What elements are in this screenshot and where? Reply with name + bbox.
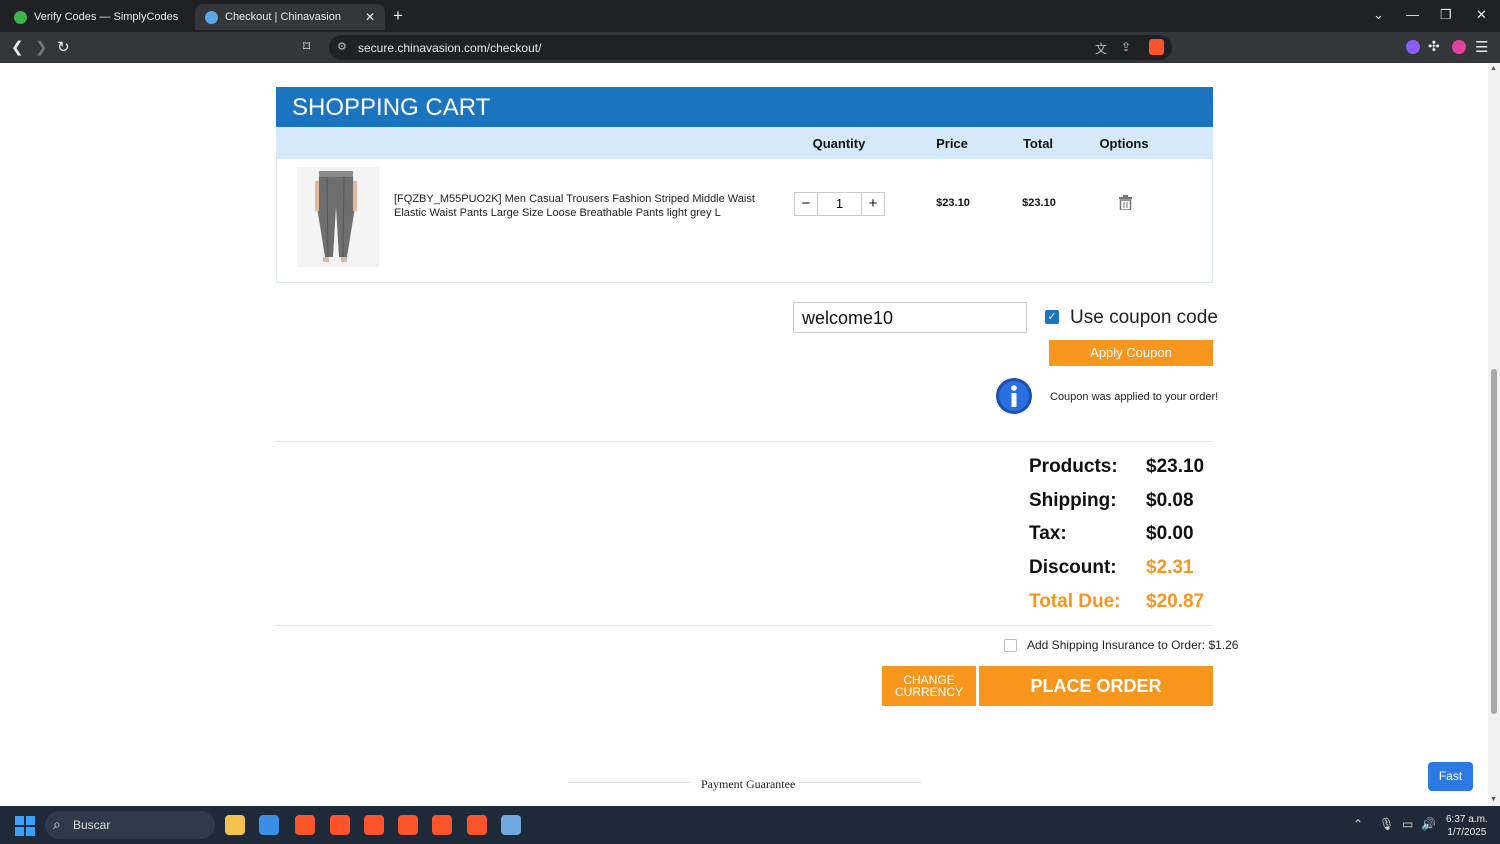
reload-icon[interactable]: ↻ <box>57 38 70 56</box>
change-currency-line2: CURRENCY <box>894 685 963 699</box>
use-coupon-checkbox[interactable]: ✓ <box>1045 310 1059 324</box>
decrease-quantity-button[interactable]: − <box>795 193 817 215</box>
column-quantity: Quantity <box>812 136 866 151</box>
extensions-puzzle-icon[interactable]: ✣ <box>1428 38 1440 55</box>
chinavasion-favicon-icon <box>205 10 218 24</box>
brave-browser-icon[interactable] <box>432 815 452 835</box>
fast-button[interactable]: Fast <box>1428 762 1473 791</box>
tab-simplycodes[interactable]: Verify Codes — SimplyCodes <box>4 4 192 30</box>
file-explorer-icon[interactable] <box>225 815 245 835</box>
taskbar-clock[interactable]: 6:37 a.m. 1/7/2025 <box>1446 813 1488 839</box>
item-price: $23.10 <box>936 197 970 209</box>
tab-title: Checkout | Chinavasion <box>225 11 341 23</box>
microphone-icon[interactable]: 🎙 <box>1379 817 1394 831</box>
coupon-code-input[interactable]: welcome10 <box>793 302 1027 333</box>
apply-coupon-button[interactable]: Apply Coupon <box>1049 340 1213 366</box>
close-tab-icon[interactable]: ✕ <box>365 10 375 24</box>
shipping-label: Shipping: <box>1029 490 1117 511</box>
divider <box>276 441 1213 442</box>
taskbar-search[interactable]: ⌕ Buscar <box>45 811 215 839</box>
minimize-icon[interactable]: — <box>1406 7 1419 22</box>
use-coupon-label[interactable]: Use coupon code <box>1070 307 1218 329</box>
tab-title: Verify Codes — SimplyCodes <box>34 11 179 23</box>
brave-browser-icon[interactable] <box>467 815 487 835</box>
cart-item-row: [FQZBY_M55PUO2K] Men Casual Trousers Fas… <box>276 159 1213 283</box>
cart-column-headers: Quantity Price Total Options <box>276 127 1213 159</box>
extension-icon[interactable] <box>1406 40 1420 54</box>
tax-value: $0.00 <box>1146 523 1194 544</box>
product-image[interactable] <box>297 167 379 267</box>
share-icon[interactable]: ⇪ <box>1121 40 1131 54</box>
simplycodes-favicon-icon <box>14 10 27 24</box>
page-scrollbar[interactable]: ▲ ▼ <box>1488 63 1500 806</box>
site-info-icon[interactable]: ⚙ <box>337 40 347 53</box>
tab-chinavasion[interactable]: Checkout | Chinavasion ✕ <box>195 4 385 30</box>
volume-icon[interactable]: 🔊 <box>1421 817 1436 831</box>
item-total: $23.10 <box>1022 197 1056 209</box>
quantity-stepper[interactable]: − 1 + <box>794 192 885 216</box>
translate-icon[interactable]: 文 <box>1095 40 1107 57</box>
address-bar[interactable]: ⚙ secure.chinavasion.com/checkout/ 文 ⇪ <box>329 35 1172 60</box>
restore-icon[interactable]: ❐ <box>1440 7 1452 23</box>
discount-label: Discount: <box>1029 557 1117 578</box>
place-order-button[interactable]: PLACE ORDER <box>979 666 1213 706</box>
url-text: secure.chinavasion.com/checkout/ <box>358 41 542 55</box>
shipping-insurance-checkbox[interactable] <box>1004 639 1017 652</box>
new-tab-icon[interactable]: + <box>393 6 403 26</box>
products-label: Products: <box>1029 456 1118 477</box>
delete-trash-icon[interactable] <box>1119 195 1132 215</box>
profile-icon[interactable] <box>1452 40 1466 54</box>
discount-value: $2.31 <box>1146 557 1194 578</box>
divider <box>276 625 1213 626</box>
brave-browser-icon[interactable] <box>330 815 350 835</box>
total-due-label: Total Due: <box>1029 591 1121 612</box>
shipping-insurance-label[interactable]: Add Shipping Insurance to Order: $1.26 <box>1027 638 1238 652</box>
browser-tab-bar: Verify Codes — SimplyCodes Checkout | Ch… <box>0 0 1500 32</box>
search-placeholder: Buscar <box>73 818 111 832</box>
product-name[interactable]: [FQZBY_M55PUO2K] Men Casual Trousers Fas… <box>394 192 764 220</box>
store-icon[interactable] <box>259 815 279 835</box>
cart-title: SHOPPING CART <box>276 87 1213 127</box>
scroll-down-icon[interactable]: ▼ <box>1490 796 1497 803</box>
brave-browser-icon[interactable] <box>398 815 418 835</box>
windows-start-icon[interactable] <box>15 816 35 841</box>
tax-label: Tax: <box>1029 523 1067 544</box>
info-icon <box>995 377 1033 420</box>
quantity-value[interactable]: 1 <box>817 193 862 215</box>
column-options: Options <box>1099 136 1149 151</box>
network-icon[interactable]: ▭ <box>1402 817 1413 831</box>
clock-time: 6:37 a.m. <box>1446 814 1488 825</box>
brave-browser-icon[interactable] <box>295 815 315 835</box>
scroll-up-icon[interactable]: ▲ <box>1490 65 1497 72</box>
brave-shields-icon[interactable] <box>1149 39 1164 55</box>
tab-list-chevron-icon[interactable]: ⌄ <box>1373 7 1384 23</box>
divider <box>799 782 921 783</box>
column-price: Price <box>936 136 968 151</box>
divider <box>568 782 690 783</box>
column-total: Total <box>1022 136 1054 151</box>
total-due-value: $20.87 <box>1146 591 1205 612</box>
app-icon[interactable] <box>501 815 521 835</box>
payment-guarantee-heading: Payment Guarantee <box>701 777 796 791</box>
forward-icon[interactable]: ❯ <box>35 38 48 56</box>
change-currency-button[interactable]: CHANGE CURRENCY <box>882 666 976 706</box>
increase-quantity-button[interactable]: + <box>862 193 884 215</box>
coupon-applied-message: Coupon was applied to your order! <box>1050 391 1219 403</box>
search-icon: ⌕ <box>53 816 61 832</box>
menu-icon[interactable]: ☰ <box>1475 38 1488 56</box>
browser-toolbar: ❮ ❯ ↻ ⌑ ⚙ secure.chinavasion.com/checkou… <box>0 32 1500 63</box>
brave-browser-icon[interactable] <box>364 815 384 835</box>
bookmark-icon[interactable]: ⌑ <box>303 38 310 55</box>
clock-date: 1/7/2025 <box>1447 827 1487 838</box>
products-value: $23.10 <box>1146 456 1205 477</box>
tray-chevron-icon[interactable]: ⌃ <box>1353 817 1363 831</box>
back-icon[interactable]: ❮ <box>11 38 24 56</box>
windows-taskbar: ⌕ Buscar ⌃ 🎙 ▭ 🔊 6:37 a.m. 1/7/2025 <box>0 806 1500 844</box>
close-window-icon[interactable]: ✕ <box>1476 7 1487 23</box>
scrollbar-thumb[interactable] <box>1491 369 1497 714</box>
shipping-value: $0.08 <box>1146 490 1194 511</box>
